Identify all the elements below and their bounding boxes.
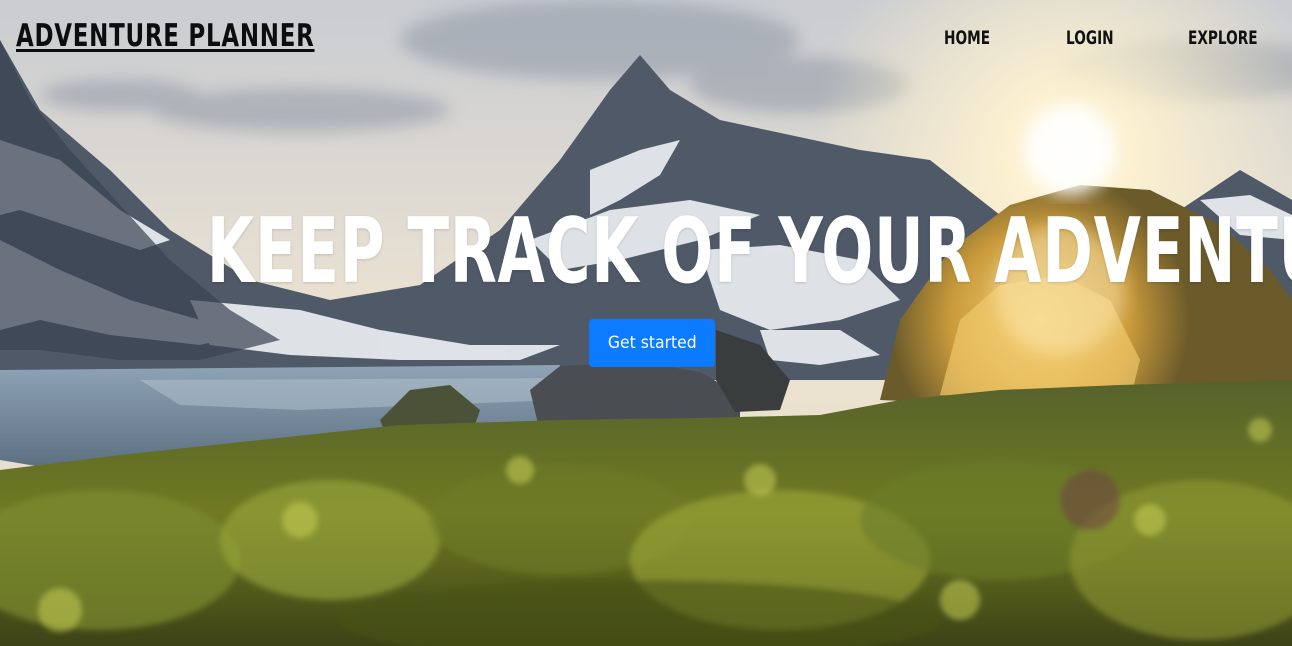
- get-started-label: Get started: [607, 333, 697, 353]
- main-nav: HOME LOGIN EXPLORE: [0, 24, 1292, 52]
- nav-login-link[interactable]: LOGIN: [1066, 24, 1114, 52]
- nav-explore-link[interactable]: EXPLORE: [1188, 24, 1258, 52]
- get-started-button[interactable]: Get started: [589, 319, 715, 367]
- hero-headline: KEEP TRACK OF YOUR ADVENTURES: [206, 199, 1292, 304]
- nav-home-link[interactable]: HOME: [944, 24, 990, 52]
- hero-section: ADVENTURE PLANNER HOME LOGIN EXPLORE KEE…: [0, 0, 1292, 646]
